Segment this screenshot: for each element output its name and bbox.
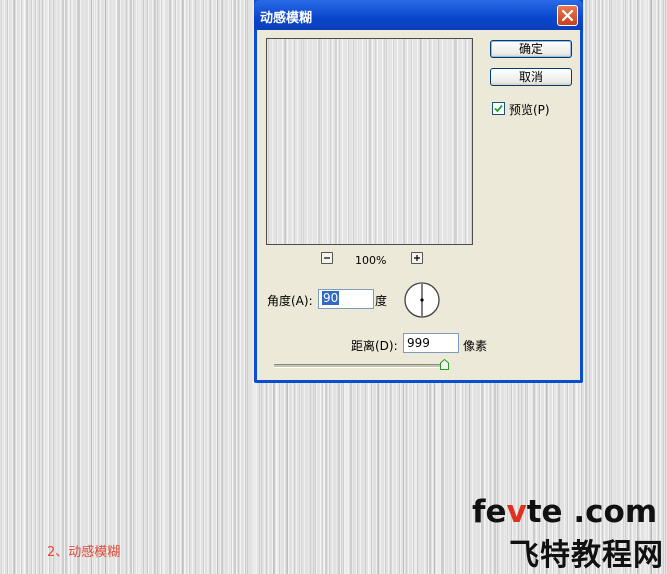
distance-unit: 像素 xyxy=(463,339,488,353)
dialog-body: 100% 确定 取消 预览(P) 角度(A): 90 度 距离(D): 像素 xyxy=(257,30,580,380)
cancel-button[interactable]: 取消 xyxy=(490,68,572,86)
watermark-logo: fevte .com xyxy=(472,494,657,530)
zoom-out-button[interactable] xyxy=(321,252,333,264)
angle-input[interactable]: 90 xyxy=(318,289,374,309)
distance-input[interactable] xyxy=(403,333,459,353)
distance-slider-thumb[interactable] xyxy=(440,359,449,370)
motion-blur-dialog: 动感模糊 100% 确定 取消 预览(P) 角度(A): 90 度 距离(D):… xyxy=(254,0,583,383)
close-button[interactable] xyxy=(557,5,578,26)
distance-label: 距离(D): xyxy=(351,339,398,353)
angle-label: 角度(A): xyxy=(267,294,313,308)
plus-icon xyxy=(414,255,420,261)
preview-area[interactable] xyxy=(266,38,473,245)
preview-label[interactable]: 预览(P) xyxy=(509,101,550,118)
zoom-level: 100% xyxy=(355,254,387,267)
close-icon xyxy=(562,10,573,21)
dialog-title: 动感模糊 xyxy=(260,11,313,26)
watermark-site-name: 飞特教程网 xyxy=(509,538,664,573)
checkmark-icon xyxy=(494,104,503,113)
watermark-part: fe xyxy=(472,494,507,530)
ok-button[interactable]: 确定 xyxy=(490,40,572,58)
preview-checkbox[interactable] xyxy=(492,102,505,115)
distance-slider[interactable] xyxy=(274,364,446,368)
minus-icon xyxy=(324,257,330,259)
angle-dial[interactable] xyxy=(403,281,441,319)
step-caption: 2、动感模糊 xyxy=(47,545,121,560)
angle-value: 90 xyxy=(322,291,340,305)
watermark-part: v xyxy=(506,494,527,530)
dialog-titlebar[interactable]: 动感模糊 xyxy=(254,0,583,30)
angle-unit: 度 xyxy=(375,294,388,308)
watermark-part: te .com xyxy=(526,494,658,530)
zoom-in-button[interactable] xyxy=(411,252,423,264)
